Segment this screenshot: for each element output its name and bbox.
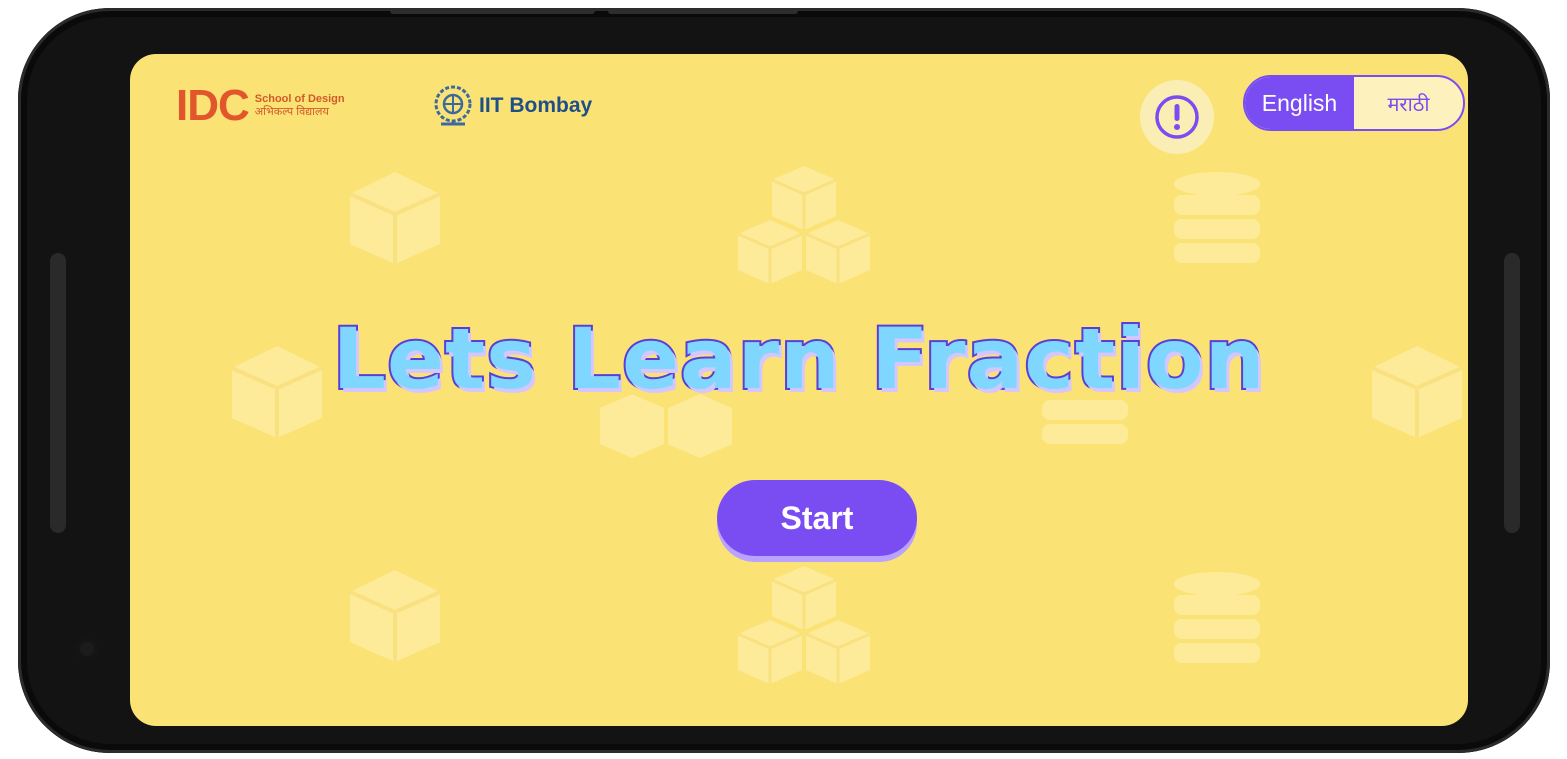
start-button[interactable]: Start	[717, 480, 917, 556]
phone-top-button	[608, 8, 798, 14]
language-toggle[interactable]: English मराठी	[1243, 75, 1465, 131]
cube-icon	[349, 172, 441, 264]
iit-bombay-name: IIT Bombay	[479, 94, 593, 117]
phone-top-button	[390, 8, 595, 14]
idc-logo-line2: अभिकल्प विद्यालय	[254, 106, 329, 118]
stacked-cubes-icon	[737, 166, 871, 284]
cube-icon	[349, 570, 441, 662]
coin-stack-icon	[1174, 572, 1260, 663]
iit-bombay-emblem-icon	[434, 85, 472, 126]
info-button[interactable]	[1140, 80, 1214, 154]
app-screen: IDC School of Design अभिकल्प विद्यालय II…	[130, 54, 1468, 726]
game-title: Lets Learn Fraction	[331, 308, 1267, 410]
phone-speaker-right	[1504, 253, 1520, 533]
language-option-english[interactable]: English	[1245, 77, 1354, 129]
phone-speaker-left	[50, 253, 66, 533]
exclamation-info-icon	[1155, 95, 1199, 139]
phone-frame: IDC School of Design अभिकल्प विद्यालय II…	[18, 8, 1550, 753]
idc-logo-line1: School of Design	[254, 93, 345, 105]
language-option-marathi[interactable]: मराठी	[1354, 77, 1463, 129]
iit-bombay-logo: IIT Bombay	[433, 84, 592, 128]
stacked-cubes-icon	[737, 566, 871, 684]
coin-stack-icon	[1174, 172, 1260, 263]
idc-logo: IDC School of Design अभिकल्प विद्यालय	[176, 84, 345, 128]
phone-camera	[76, 638, 98, 660]
idc-logo-mark: IDC	[176, 81, 250, 130]
idc-logo-subtitle: School of Design अभिकल्प विद्यालय	[255, 93, 345, 119]
